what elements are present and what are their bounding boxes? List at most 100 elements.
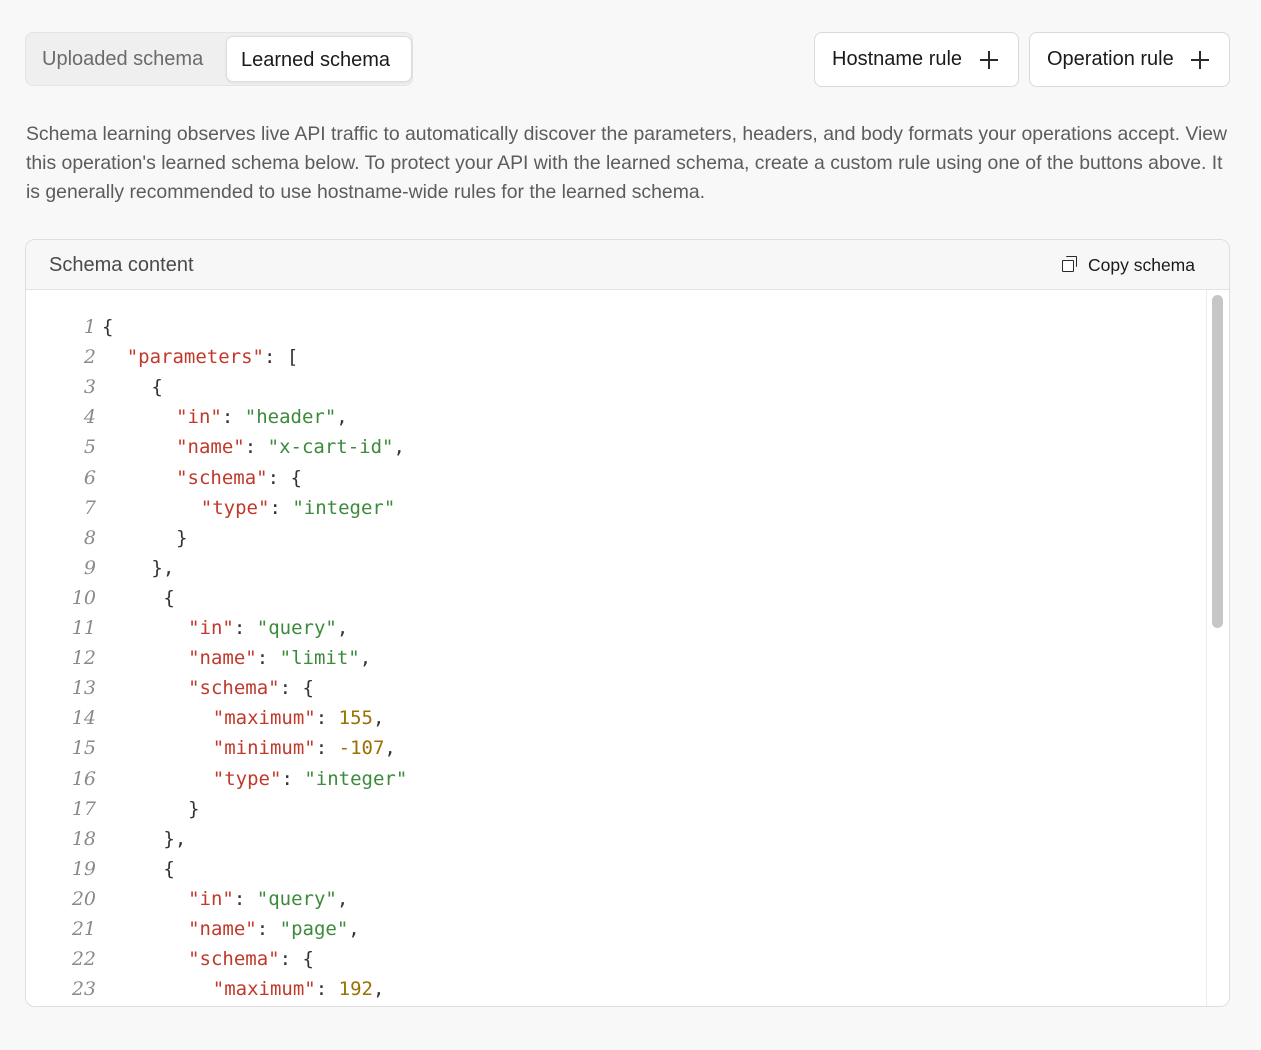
code-token: : { (267, 466, 302, 489)
code-token: "x-cart-id" (267, 436, 394, 459)
code-token: "header" (244, 406, 337, 429)
code-token: "query" (256, 617, 337, 639)
code-text: "schema": { (188, 673, 314, 703)
line-number: 19 (71, 857, 96, 880)
code-token: "minimum" (212, 737, 316, 760)
code-viewer[interactable]: 1 {2 "parameters": [ 3 {4 "in": "header", 5 "na… (26, 290, 1229, 1006)
code-token: : (233, 617, 257, 639)
add-hostname-rule-button[interactable]: Hostname rule (814, 32, 1019, 87)
code-token: "limit" (279, 647, 360, 670)
hostname-rule-label: Hostname rule (832, 48, 963, 70)
line-number: 6 (83, 466, 96, 489)
code-text: "in": "query", (188, 613, 348, 643)
code-token: }, (151, 556, 175, 579)
line-number: 20 (71, 887, 96, 910)
code-token: } (188, 797, 200, 820)
line-number: 2 (83, 346, 96, 369)
code-token: "type" (212, 767, 282, 790)
code-text: { (163, 583, 174, 613)
code-token: { (163, 857, 175, 880)
code-text: { (102, 312, 113, 342)
line-number: 11 (71, 617, 96, 639)
code-token: , (393, 436, 405, 459)
code-token: : (221, 406, 245, 429)
code-scrollbar[interactable] (1206, 290, 1229, 1006)
code-token: "in" (176, 406, 222, 429)
code-token: : (256, 918, 280, 940)
code-token: "in" (188, 887, 234, 910)
code-text: "minimum": -107, (213, 733, 396, 763)
code-token: , (372, 707, 385, 730)
code-token: "page" (279, 918, 349, 940)
code-text: "parameters": [ (127, 342, 299, 372)
code-token: { (163, 586, 175, 609)
code-token: , (384, 737, 396, 760)
code-token: }, (163, 827, 187, 850)
line-number: 12 (71, 647, 96, 670)
tab-learned-schema[interactable]: Learned schema (226, 36, 412, 82)
schema-source-toggle: Uploaded schema Learned schema (25, 32, 413, 86)
line-number: 3 (83, 376, 96, 399)
copy-schema-button[interactable]: Copy schema (1062, 240, 1195, 290)
code-text: "name": "x-cart-id", (176, 432, 405, 462)
code-text: "name": "limit", (188, 643, 371, 673)
code-token: : (315, 978, 339, 1001)
code-token: : { (279, 677, 314, 700)
code-text: "in": "header", (176, 402, 348, 432)
operation-rule-label: Operation rule (1047, 48, 1174, 70)
code-token: "integer" (292, 496, 396, 519)
line-number: 1 (83, 316, 96, 338)
line-number: 5 (83, 436, 96, 459)
code-token: "in" (188, 617, 234, 639)
code-token: : [ (263, 346, 299, 369)
code-token: : (244, 436, 268, 459)
code-text: "schema": { (188, 944, 314, 974)
code-text: "type": "integer" (213, 764, 407, 794)
schema-learning-description: Schema learning observes live API traffi… (26, 123, 1228, 203)
line-number: 22 (71, 948, 96, 971)
line-number: 9 (83, 556, 96, 579)
code-token: -107 (338, 737, 385, 760)
code-token: "name" (176, 436, 245, 459)
code-text: { (163, 854, 174, 884)
copy-icon (1062, 256, 1078, 272)
code-token: "maximum" (212, 978, 316, 1001)
schema-page: Uploaded schema Learned schema Hostname … (0, 0, 1261, 1050)
code-text: "maximum": 155, (213, 703, 385, 733)
line-number: 15 (71, 737, 96, 760)
code-token: , (372, 978, 385, 1001)
code-token: } (176, 526, 188, 549)
code-token: { (102, 316, 114, 338)
line-number: 16 (71, 767, 96, 790)
line-number: 10 (71, 586, 96, 609)
code-token: 155 (338, 707, 373, 730)
code-text: "maximum": 192, (213, 974, 385, 1004)
plus-icon (980, 51, 998, 69)
tab-uploaded-schema[interactable]: Uploaded schema (42, 36, 203, 82)
code-text: "schema": { (176, 463, 302, 493)
line-number: 4 (83, 406, 96, 429)
panel-header: Schema content Copy schema (26, 240, 1229, 290)
copy-schema-label: Copy schema (1088, 255, 1195, 275)
panel-title: Schema content (49, 254, 194, 276)
code-token: "schema" (188, 948, 280, 971)
line-number: 23 (71, 978, 96, 1001)
code-token: { (151, 376, 163, 399)
code-token: , (359, 647, 372, 670)
code-token: : (233, 887, 257, 910)
code-token: , (348, 918, 360, 940)
code-token: , (336, 887, 349, 910)
code-token: : { (279, 948, 314, 971)
scrollbar-thumb[interactable] (1212, 295, 1223, 628)
add-operation-rule-button[interactable]: Operation rule (1029, 32, 1230, 87)
line-number: 21 (71, 918, 96, 940)
line-number: 18 (71, 827, 96, 850)
line-number: 17 (71, 797, 96, 820)
schema-content-panel: Schema content Copy schema 1 {2 "parameter… (25, 239, 1230, 1007)
code-token: "schema" (188, 677, 280, 700)
code-text: { (151, 372, 162, 402)
code-token: 192 (338, 978, 373, 1001)
code-text: }, (163, 824, 186, 854)
code-token: "parameters" (126, 346, 264, 369)
code-token: , (336, 406, 348, 429)
